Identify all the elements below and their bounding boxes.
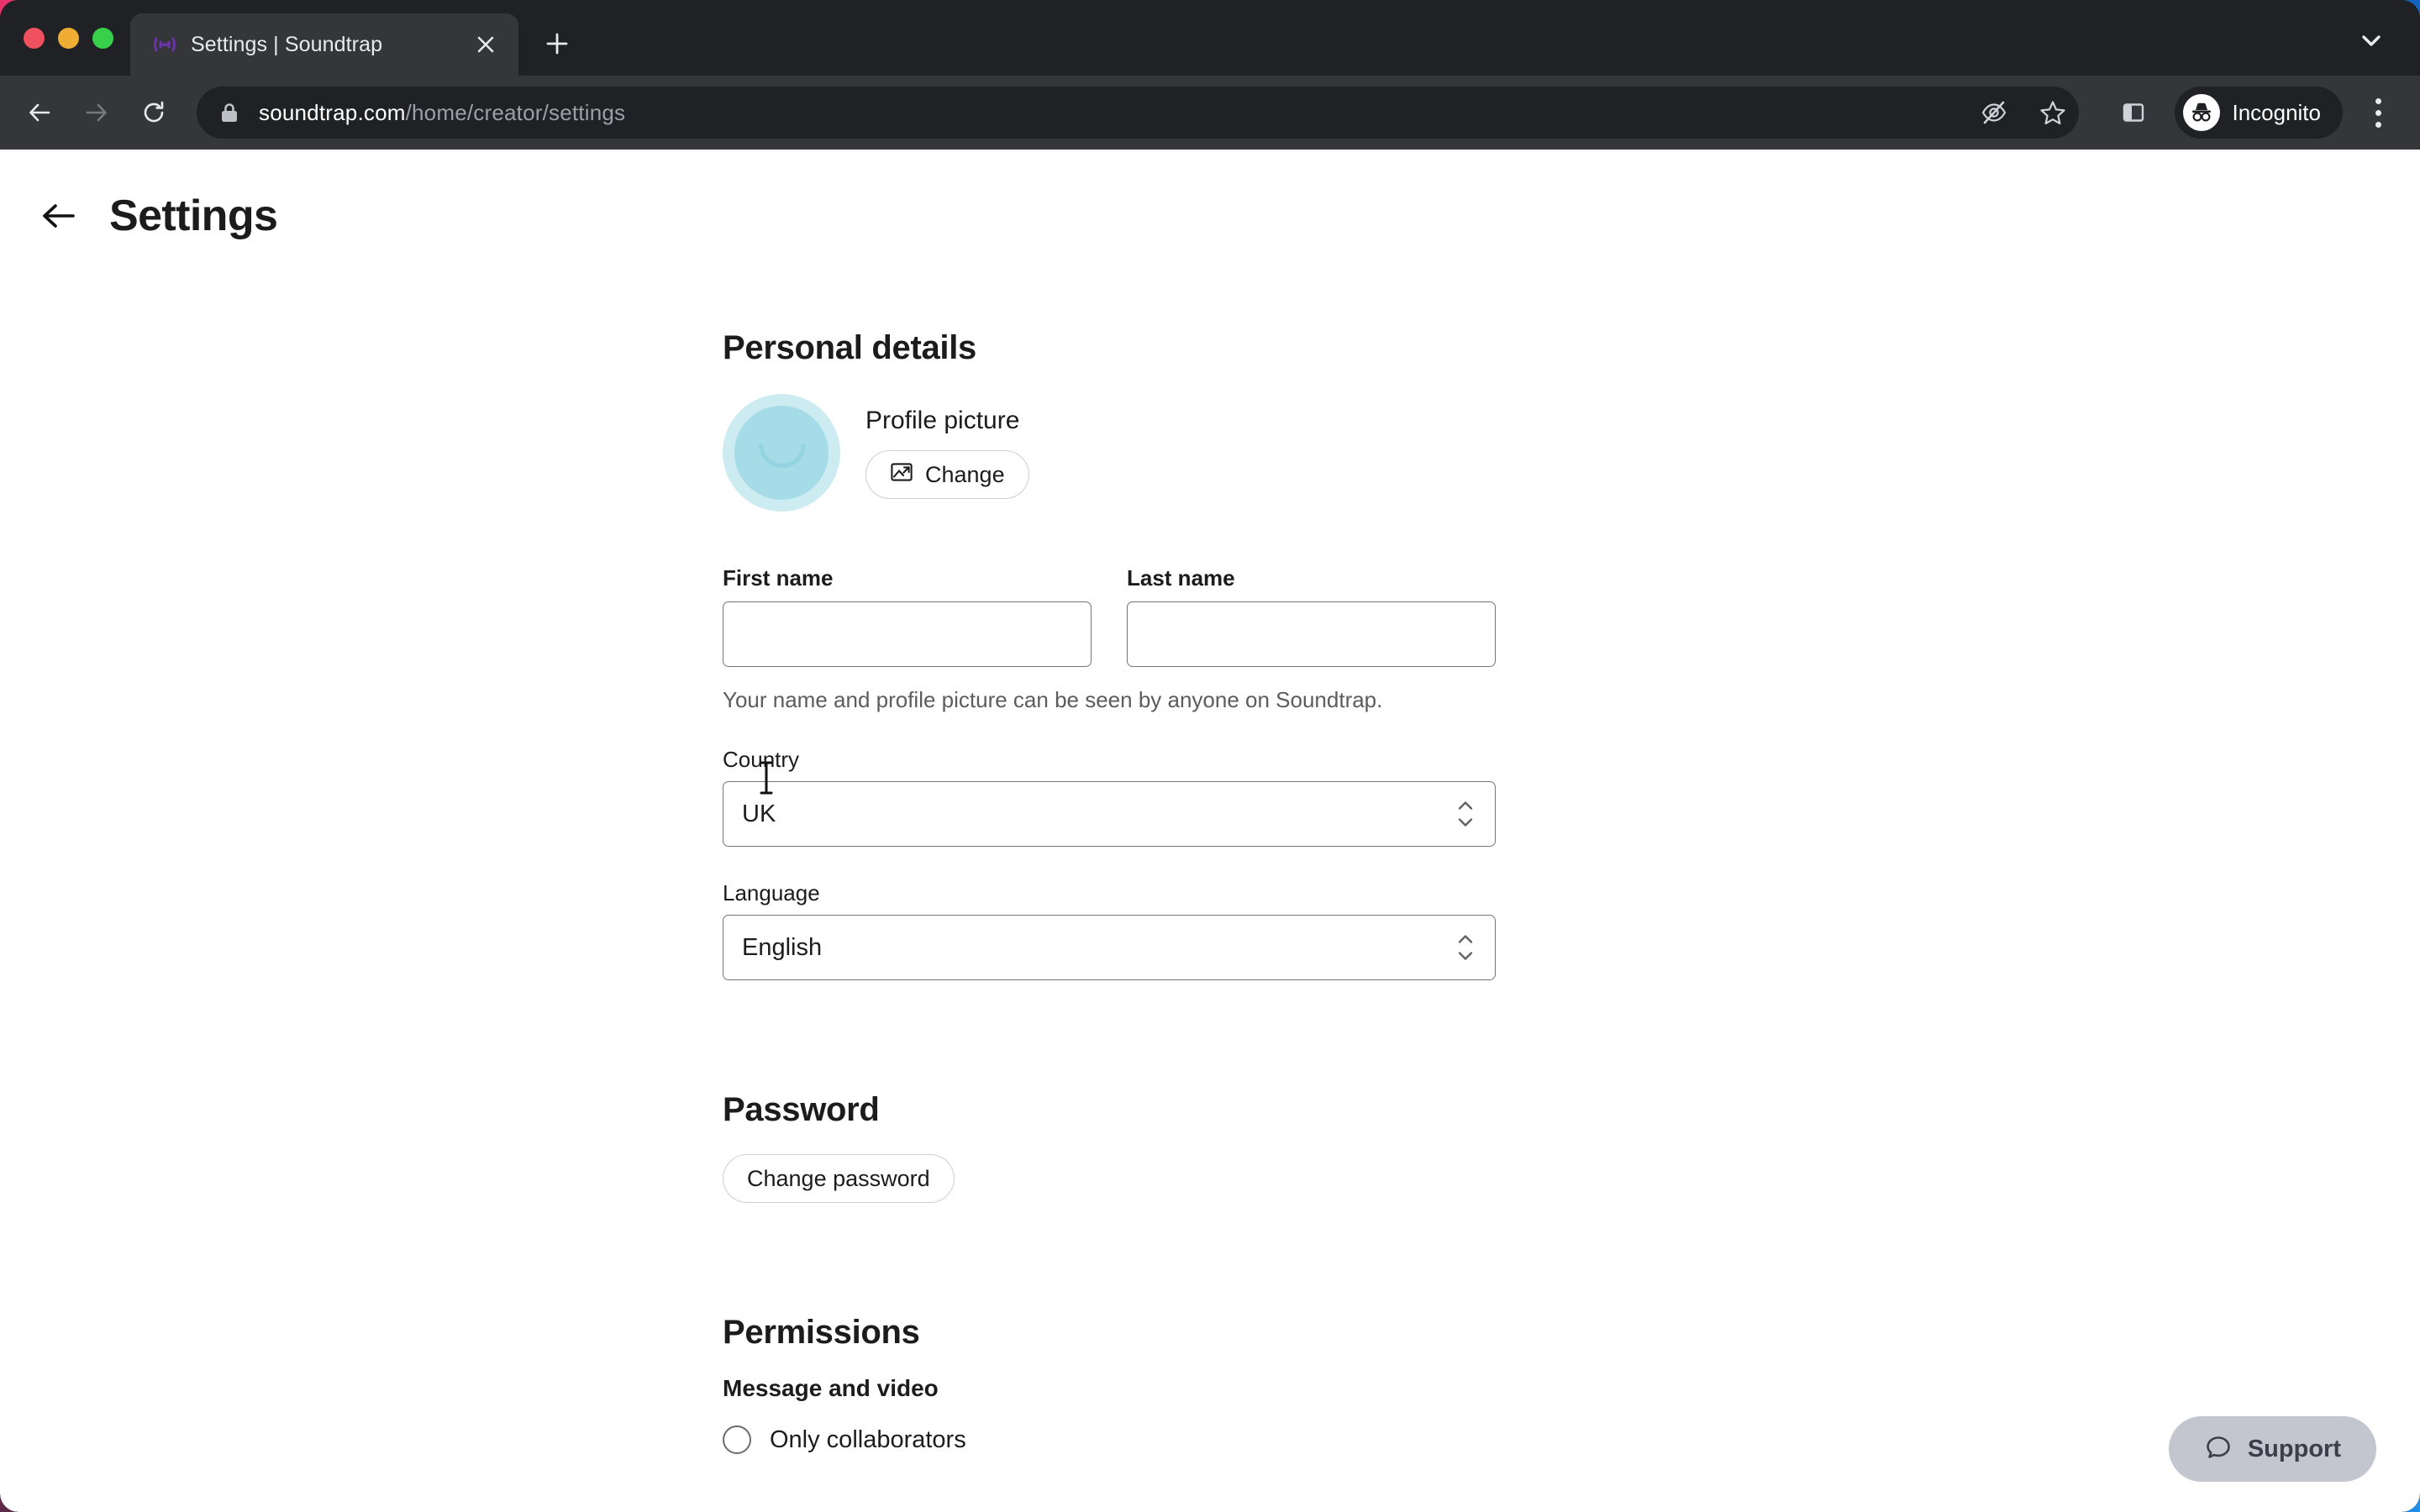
browser-window: Settings | Soundtrap soundtrap.com/home/… (0, 0, 2420, 1512)
change-profile-picture-label: Change (925, 461, 1005, 487)
permission-option-only-collaborators[interactable]: Only collaborators (723, 1425, 1496, 1454)
url-path: /home/creator/settings (405, 99, 626, 125)
page-title: Settings (109, 192, 278, 240)
country-field-group: Country UK (723, 747, 1496, 847)
country-label: Country (723, 747, 800, 772)
three-dot-menu-icon[interactable] (2354, 87, 2402, 139)
profile-picture-row: Profile picture Change (723, 394, 1496, 512)
tab-title: Settings | Soundtrap (191, 32, 383, 56)
permission-option-label: Only collaborators (770, 1425, 966, 1453)
maximize-window-button[interactable] (92, 27, 113, 49)
chevron-up-down-icon (1455, 933, 1476, 963)
address-bar[interactable]: soundtrap.com/home/creator/settings (197, 87, 2080, 139)
toolbar-actions: Incognito (1968, 87, 2402, 139)
language-select[interactable]: English (723, 915, 1496, 980)
language-label: Language (723, 880, 820, 906)
first-name-field-group: First name (723, 565, 1092, 667)
radio-button-icon[interactable] (723, 1425, 751, 1454)
image-icon (890, 460, 913, 490)
message-and-video-subheading: Message and video (723, 1375, 939, 1401)
page-viewport: Settings Personal details Profile pictur… (0, 150, 2420, 1512)
personal-details-heading: Personal details (723, 329, 976, 366)
last-name-input[interactable] (1127, 601, 1496, 667)
name-fields-row: First name Last name (723, 565, 1496, 667)
side-panel-icon[interactable] (2107, 87, 2160, 139)
minimize-window-button[interactable] (58, 27, 79, 49)
star-icon[interactable] (2027, 87, 2079, 139)
profile-picture-meta: Profile picture Change (865, 407, 1029, 499)
profile-picture-label: Profile picture (865, 407, 1020, 434)
settings-content: Personal details Profile picture Change … (723, 329, 1496, 1454)
change-password-button[interactable]: Change password (723, 1154, 955, 1203)
last-name-label: Last name (1127, 565, 1235, 591)
change-profile-picture-button[interactable]: Change (865, 450, 1029, 499)
chevron-up-down-icon (1455, 800, 1476, 829)
first-name-label: First name (723, 565, 834, 591)
lock-icon (218, 101, 240, 124)
country-select[interactable]: UK (723, 781, 1496, 847)
first-name-input[interactable] (723, 601, 1092, 667)
support-button[interactable]: Support (2168, 1416, 2376, 1482)
new-tab-button[interactable] (532, 18, 582, 69)
close-tab-button[interactable] (468, 27, 503, 62)
eye-off-icon[interactable] (1968, 87, 2020, 139)
back-arrow-icon[interactable] (35, 192, 82, 239)
page-header: Settings (0, 150, 2420, 259)
tab-strip: Settings | Soundtrap (0, 0, 2420, 76)
avatar (723, 394, 840, 512)
browser-toolbar: soundtrap.com/home/creator/settings Inco… (0, 76, 2420, 150)
chevron-down-icon[interactable] (2344, 13, 2398, 67)
permissions-heading: Permissions (723, 1314, 920, 1351)
profile-label: Incognito (2232, 99, 2321, 125)
close-window-button[interactable] (24, 27, 45, 49)
language-value: English (742, 933, 823, 961)
address-bar-url: soundtrap.com/home/creator/settings (259, 100, 625, 126)
window-traffic-lights (0, 0, 130, 76)
incognito-icon (2183, 94, 2221, 131)
support-label: Support (2247, 1435, 2341, 1462)
browser-tab[interactable]: Settings | Soundtrap (130, 13, 518, 76)
chat-bubble-icon (2204, 1433, 2233, 1466)
country-value: UK (742, 800, 776, 827)
name-helper-text: Your name and profile picture can be see… (723, 687, 1383, 712)
last-name-field-group: Last name (1127, 565, 1496, 667)
url-host: soundtrap.com (259, 99, 406, 125)
soundtrap-logo-icon (152, 32, 177, 57)
profile-incognito-button[interactable]: Incognito (2175, 87, 2343, 139)
reload-button[interactable] (128, 87, 180, 139)
change-password-label: Change password (747, 1165, 930, 1191)
forward-button[interactable] (71, 87, 123, 139)
language-field-group: Language English (723, 880, 1496, 980)
password-heading: Password (723, 1091, 880, 1128)
back-button[interactable] (13, 87, 66, 139)
